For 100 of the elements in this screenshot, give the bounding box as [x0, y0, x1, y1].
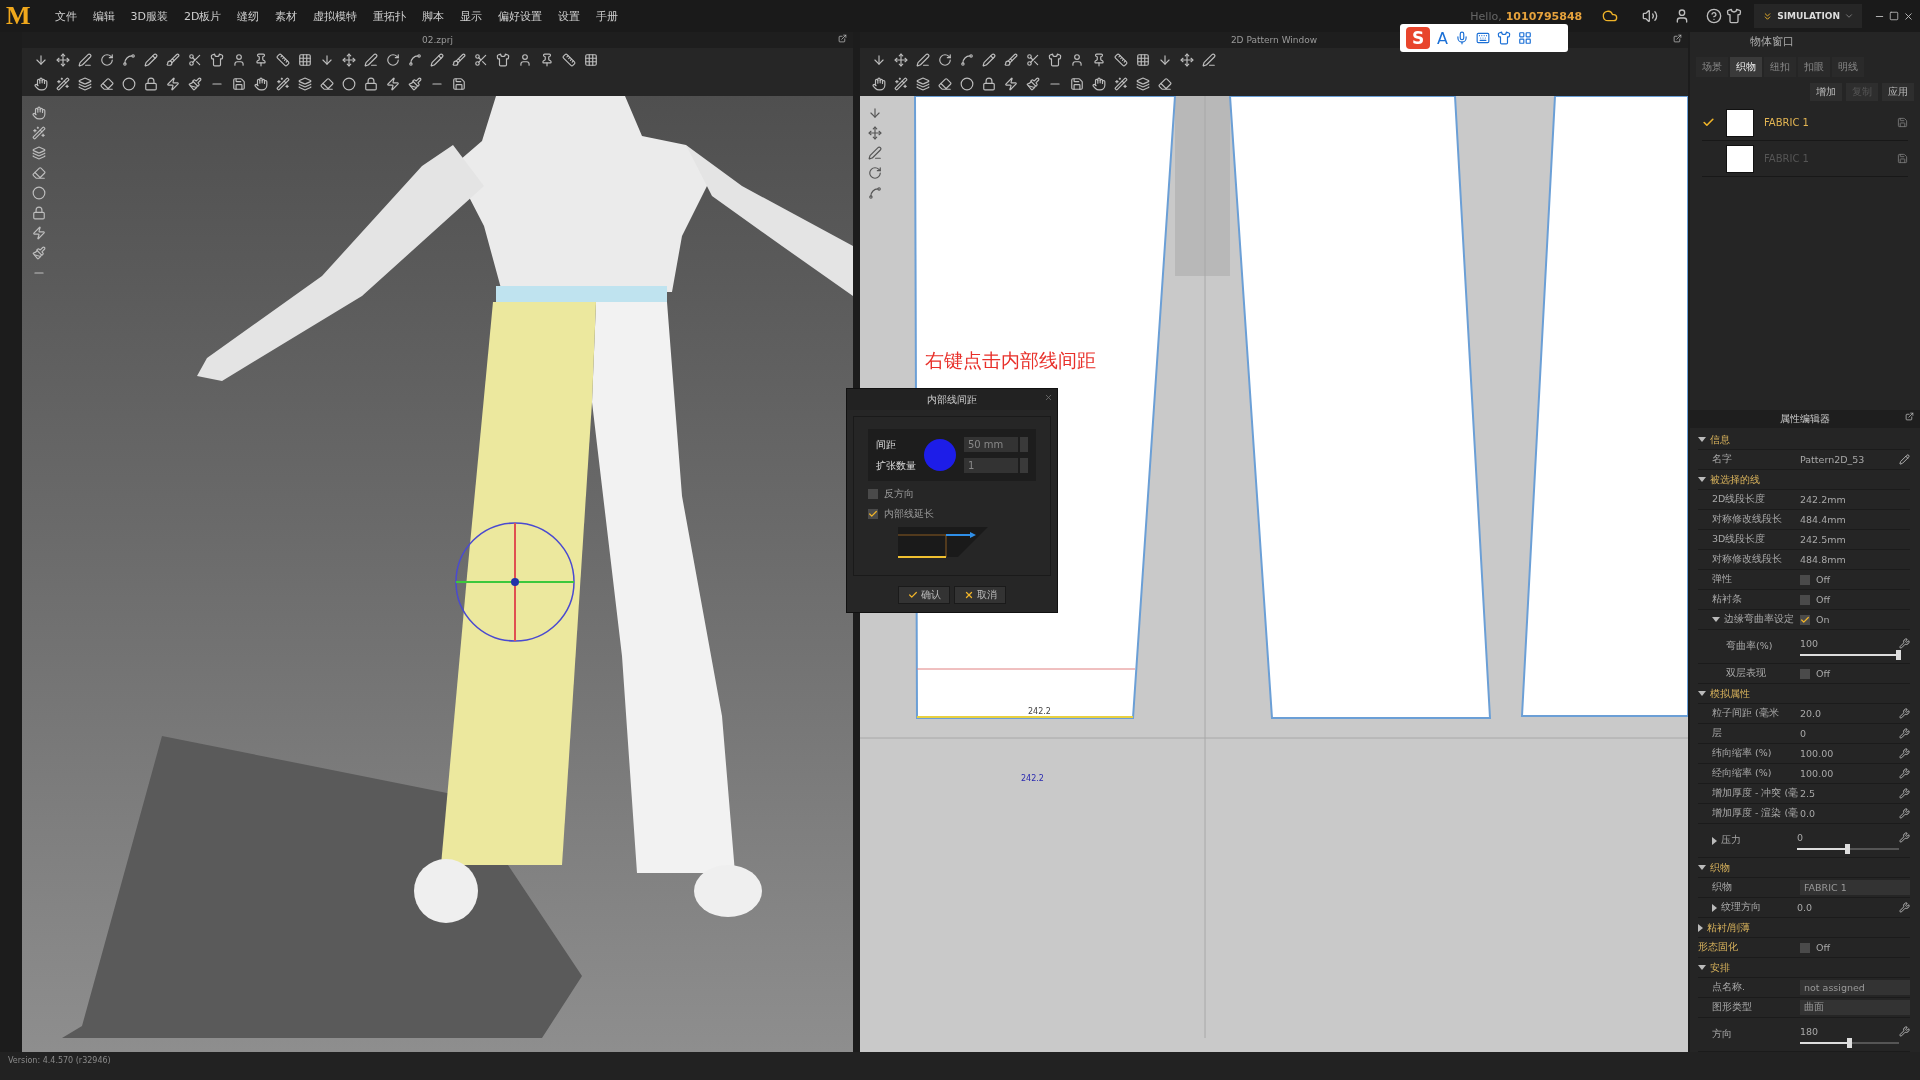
pen-icon[interactable]: [868, 146, 882, 160]
expand-arrow-icon[interactable]: [1698, 691, 1706, 696]
grid-icon[interactable]: [1517, 31, 1532, 45]
slider-thumb[interactable]: [1896, 649, 1901, 660]
panel-button[interactable]: 应用: [1882, 83, 1914, 101]
slider-fill[interactable]: [1800, 1041, 1850, 1044]
checkbox[interactable]: [1800, 594, 1810, 605]
shirt-icon[interactable]: [1048, 53, 1062, 67]
circle-icon[interactable]: [122, 77, 136, 91]
menu-item[interactable]: 重拓扑: [367, 8, 413, 24]
menu-item[interactable]: 3D服装: [124, 8, 174, 24]
pencil-icon[interactable]: [982, 53, 996, 67]
expand-arrow-icon[interactable]: [1712, 836, 1717, 845]
keyboard-icon[interactable]: [1475, 31, 1490, 45]
rotate-icon[interactable]: [938, 53, 952, 67]
popout-icon[interactable]: [838, 34, 847, 43]
ime-logo[interactable]: S: [1406, 27, 1430, 49]
dropdown[interactable]: 曲面: [1800, 1000, 1910, 1015]
pencil-icon[interactable]: [1899, 454, 1910, 465]
brush-icon[interactable]: [166, 53, 180, 67]
pin-icon[interactable]: [540, 53, 554, 67]
close-button[interactable]: [1044, 393, 1053, 402]
checkbox[interactable]: [1800, 574, 1810, 585]
hand-icon[interactable]: [32, 106, 46, 120]
panel-tab[interactable]: 纽扣: [1764, 57, 1796, 77]
input-field[interactable]: 1: [964, 458, 1018, 473]
cloud-icon[interactable]: [1602, 8, 1619, 24]
arrow-down-icon[interactable]: [34, 53, 48, 67]
paintbrush-icon[interactable]: [188, 77, 202, 91]
wand-icon[interactable]: [1114, 77, 1128, 91]
wrench-icon[interactable]: [1899, 637, 1910, 649]
curve-icon[interactable]: [868, 186, 882, 200]
grid-icon[interactable]: [298, 53, 312, 67]
brush-icon[interactable]: [1004, 53, 1018, 67]
panel-tab[interactable]: 明线: [1832, 57, 1864, 77]
hand-icon[interactable]: [872, 77, 886, 91]
ruler-icon[interactable]: [276, 53, 290, 67]
pencil-icon[interactable]: [144, 53, 158, 67]
panel-tab[interactable]: 织物: [1730, 57, 1762, 77]
hand-icon[interactable]: [254, 77, 268, 91]
section-title[interactable]: 粘衬/削薄: [1707, 920, 1751, 935]
hand-icon[interactable]: [34, 77, 48, 91]
curve-icon[interactable]: [408, 53, 422, 67]
close-icon[interactable]: [1903, 10, 1914, 22]
save-icon[interactable]: [452, 77, 466, 91]
pin-icon[interactable]: [254, 53, 268, 67]
scissors-icon[interactable]: [474, 53, 488, 67]
wrench-icon[interactable]: [1899, 768, 1910, 779]
panel-tab[interactable]: 场景: [1696, 57, 1728, 77]
save-icon[interactable]: [1070, 77, 1084, 91]
slider-fill[interactable]: [1800, 653, 1899, 656]
arrow-down-icon[interactable]: [320, 53, 334, 67]
popout-icon[interactable]: [1905, 412, 1914, 421]
menu-item[interactable]: 虚拟模特: [307, 8, 364, 24]
checkbox[interactable]: [868, 489, 878, 499]
section-title[interactable]: 安排: [1710, 960, 1730, 975]
menu-item[interactable]: 设置: [552, 8, 587, 24]
layers-icon[interactable]: [916, 77, 930, 91]
pen-icon[interactable]: [916, 53, 930, 67]
pen-icon[interactable]: [1202, 53, 1216, 67]
shirt-icon[interactable]: [210, 53, 224, 67]
expand-arrow-icon[interactable]: [1712, 617, 1720, 622]
pen-icon[interactable]: [364, 53, 378, 67]
expand-arrow-icon[interactable]: [1698, 865, 1706, 870]
shirt-icon[interactable]: [1496, 31, 1511, 45]
person-icon[interactable]: [518, 53, 532, 67]
mode-dropdown[interactable]: SIMULATION: [1754, 4, 1862, 28]
wand-icon[interactable]: [894, 77, 908, 91]
zap-icon[interactable]: [32, 226, 46, 240]
layers-icon[interactable]: [1136, 77, 1150, 91]
eraser-icon[interactable]: [320, 77, 334, 91]
speaker-icon[interactable]: [1642, 8, 1659, 24]
wrench-icon[interactable]: [1899, 902, 1910, 913]
microphone-icon[interactable]: [1454, 31, 1469, 45]
menu-item[interactable]: 素材: [269, 8, 304, 24]
scissors-icon[interactable]: [188, 53, 202, 67]
menu-item[interactable]: 文件: [48, 8, 83, 24]
section-title[interactable]: 织物: [1710, 860, 1730, 875]
paintbrush-icon[interactable]: [1026, 77, 1040, 91]
curve-icon[interactable]: [122, 53, 136, 67]
checkbox[interactable]: [1800, 668, 1810, 679]
eraser-icon[interactable]: [100, 77, 114, 91]
expand-arrow-icon[interactable]: [1698, 477, 1706, 482]
move-icon[interactable]: [894, 53, 908, 67]
maximize-icon[interactable]: [1889, 11, 1899, 21]
expand-arrow-icon[interactable]: [1712, 903, 1717, 912]
section-title[interactable]: 被选择的线: [1710, 472, 1760, 487]
rotate-icon[interactable]: [100, 53, 114, 67]
expand-arrow-icon[interactable]: [1698, 923, 1703, 932]
grid-icon[interactable]: [584, 53, 598, 67]
dialog-button[interactable]: 确认: [898, 586, 950, 604]
section-title[interactable]: 信息: [1710, 432, 1730, 447]
wrench-icon[interactable]: [1899, 1025, 1910, 1037]
zap-icon[interactable]: [1004, 77, 1018, 91]
expand-arrow-icon[interactable]: [1698, 965, 1706, 970]
wrench-icon[interactable]: [1899, 788, 1910, 799]
shirt-icon[interactable]: [496, 53, 510, 67]
panel-button[interactable]: 增加: [1810, 83, 1842, 101]
circle-icon[interactable]: [342, 77, 356, 91]
arrow-down-icon[interactable]: [1158, 53, 1172, 67]
